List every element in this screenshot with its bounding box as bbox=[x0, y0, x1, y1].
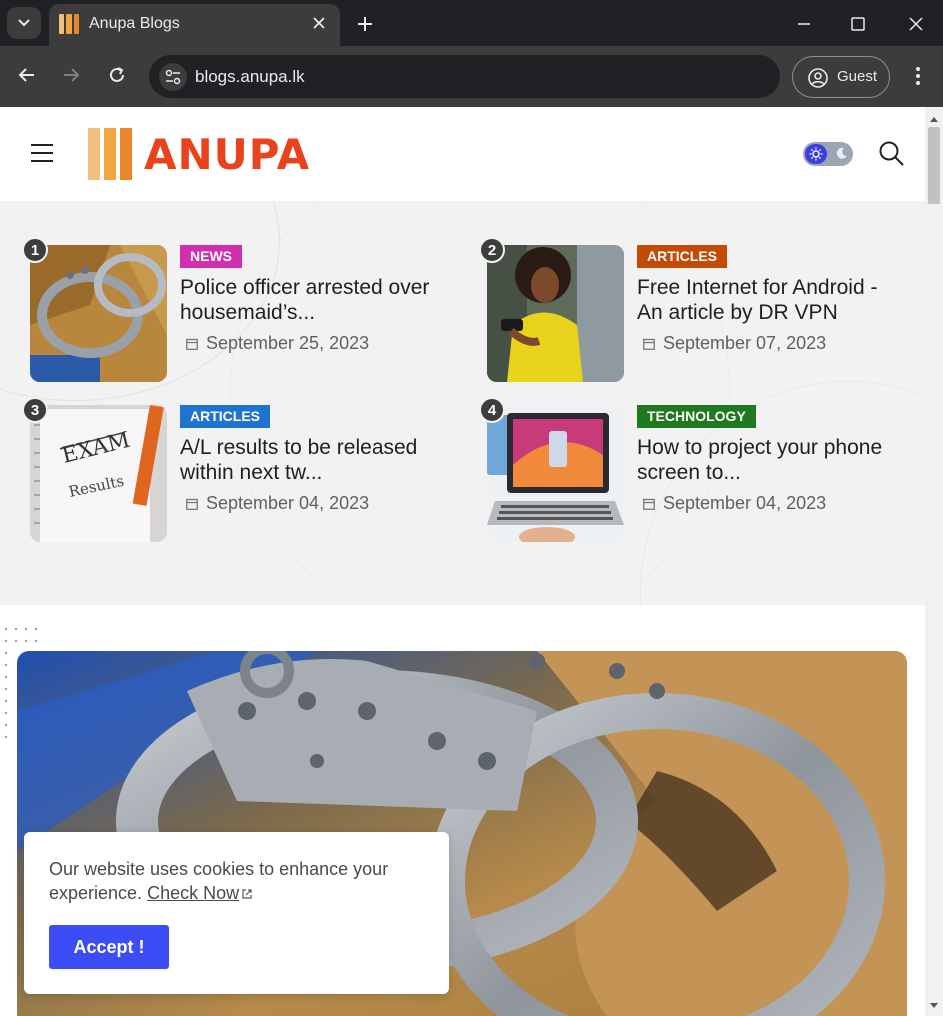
post-date: September 07, 2023 bbox=[637, 333, 826, 354]
window-close-icon[interactable] bbox=[904, 12, 928, 36]
cookie-message: Our website uses cookies to enhance your… bbox=[49, 857, 429, 905]
post-title[interactable]: How to project your phone screen to... bbox=[637, 435, 907, 485]
browser-chrome: Anupa Blogs blogs.anupa.lk Guest bbox=[0, 0, 943, 107]
category-badge[interactable]: TECHNOLOGY bbox=[637, 405, 756, 428]
profile-label: Guest bbox=[837, 68, 878, 85]
rank-badge: 4 bbox=[479, 397, 505, 423]
post-title[interactable]: Police officer arrested over housemaid’s… bbox=[180, 275, 450, 325]
scroll-down-arrow-icon[interactable] bbox=[929, 1002, 939, 1010]
search-icon[interactable] bbox=[877, 139, 905, 167]
post-date: September 04, 2023 bbox=[180, 493, 369, 514]
cookie-consent-banner: Our website uses cookies to enhance your… bbox=[24, 832, 449, 994]
sun-icon bbox=[805, 144, 827, 164]
new-tab-plus-icon[interactable] bbox=[353, 12, 377, 36]
post-thumbnail[interactable] bbox=[30, 245, 167, 382]
calendar-icon bbox=[643, 338, 655, 350]
post-date-text: September 04, 2023 bbox=[206, 493, 370, 513]
featured-post-card[interactable]: 3 EXAM Results ARTICLES A/L results to b… bbox=[22, 397, 460, 545]
site-logo[interactable]: ANUPA bbox=[88, 128, 310, 180]
theme-toggle[interactable] bbox=[803, 142, 853, 166]
scrollbar-thumb[interactable] bbox=[928, 127, 940, 204]
tab-strip: Anupa Blogs bbox=[0, 0, 943, 46]
logo-bars-icon bbox=[88, 128, 132, 180]
accept-cookies-button[interactable]: Accept ! bbox=[49, 925, 169, 969]
check-now-link[interactable]: Check Now bbox=[147, 883, 239, 903]
category-badge[interactable]: ARTICLES bbox=[180, 405, 270, 428]
post-title[interactable]: Free Internet for Android - An article b… bbox=[637, 275, 907, 325]
post-date-text: September 25, 2023 bbox=[206, 333, 370, 353]
more-vertical-icon[interactable] bbox=[908, 65, 928, 87]
moon-icon bbox=[836, 147, 847, 159]
post-date: September 25, 2023 bbox=[180, 333, 369, 354]
rank-badge: 1 bbox=[22, 237, 48, 263]
handcuffs-image-icon bbox=[30, 245, 167, 382]
category-badge[interactable]: NEWS bbox=[180, 245, 242, 268]
category-badge[interactable]: ARTICLES bbox=[637, 245, 727, 268]
calendar-icon bbox=[643, 498, 655, 510]
calendar-icon bbox=[186, 498, 198, 510]
forward-arrow-icon[interactable] bbox=[60, 64, 82, 86]
post-thumbnail[interactable] bbox=[487, 245, 624, 382]
featured-post-card[interactable]: 2 ARTICLES Free Internet for Android - A… bbox=[479, 237, 917, 385]
post-title[interactable]: A/L results to be released within next t… bbox=[180, 435, 450, 485]
woman-with-phone-image-icon bbox=[487, 245, 624, 382]
post-date: September 04, 2023 bbox=[637, 493, 826, 514]
back-arrow-icon[interactable] bbox=[16, 64, 38, 86]
featured-post-card[interactable]: 4 TECHNOLOGY How to project your phone s… bbox=[479, 397, 917, 545]
site-info-button[interactable] bbox=[159, 63, 187, 91]
post-thumbnail[interactable] bbox=[487, 405, 624, 542]
account-circle-icon bbox=[808, 68, 828, 88]
site-header: ANUPA bbox=[0, 107, 925, 201]
featured-post-card[interactable]: 1 NEWS Police officer arrested over hous… bbox=[22, 237, 460, 385]
scroll-up-arrow-icon[interactable] bbox=[929, 115, 939, 123]
profile-button[interactable]: Guest bbox=[792, 56, 890, 98]
browser-tab[interactable]: Anupa Blogs bbox=[49, 4, 340, 46]
rank-badge: 2 bbox=[479, 237, 505, 263]
calendar-icon bbox=[186, 338, 198, 350]
url-text: blogs.anupa.lk bbox=[195, 67, 305, 86]
post-date-text: September 04, 2023 bbox=[663, 493, 827, 513]
browser-toolbar: blogs.anupa.lk Guest bbox=[0, 46, 943, 107]
post-thumbnail[interactable]: EXAM Results bbox=[30, 405, 167, 542]
web-page: ANUPA 1 NEWS Police officer arrested ove… bbox=[0, 107, 925, 1016]
laptop-image-icon bbox=[487, 405, 624, 542]
page-scrollbar[interactable] bbox=[925, 107, 943, 1016]
reload-icon[interactable] bbox=[106, 64, 128, 86]
post-date-text: September 07, 2023 bbox=[663, 333, 827, 353]
address-bar[interactable]: blogs.anupa.lk bbox=[149, 55, 780, 98]
tab-title: Anupa Blogs bbox=[89, 15, 180, 32]
menu-icon[interactable] bbox=[31, 144, 53, 164]
chevron-down-icon bbox=[18, 19, 30, 27]
external-link-icon bbox=[242, 889, 252, 899]
exam-notebook-image-icon: EXAM Results bbox=[30, 405, 167, 542]
minimize-icon[interactable] bbox=[792, 12, 816, 36]
site-favicon-icon bbox=[59, 14, 79, 34]
tune-icon bbox=[165, 69, 181, 85]
close-icon[interactable] bbox=[310, 14, 328, 32]
tab-search-button[interactable] bbox=[7, 7, 41, 39]
rank-badge: 3 bbox=[22, 397, 48, 423]
maximize-icon[interactable] bbox=[846, 12, 870, 36]
logo-text: ANUPA bbox=[144, 129, 311, 179]
featured-posts: 1 NEWS Police officer arrested over hous… bbox=[0, 201, 925, 605]
